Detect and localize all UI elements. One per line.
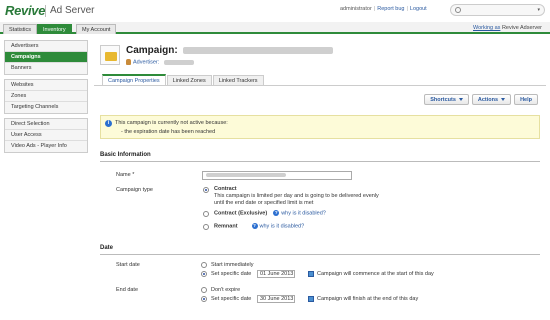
question-icon: ? [251, 223, 258, 229]
tab-statistics[interactable]: Statistics [3, 24, 38, 34]
report-bug-link[interactable]: Report bug [377, 6, 404, 12]
sidebar-group-tools: Direct Selection User Access Video Ads -… [4, 118, 88, 153]
sidebar-group-inventory: Advertisers Campaigns Banners [4, 40, 88, 75]
campaign-name-input[interactable] [202, 171, 352, 180]
main-content: Campaign: Advertiser: Campaign Propertie… [94, 38, 546, 320]
actions-label: Actions [477, 97, 499, 103]
advertiser-icon [126, 59, 131, 65]
chevron-down-icon[interactable]: ▾ [537, 7, 540, 13]
why-disabled-link[interactable]: why is it disabled? [260, 223, 305, 229]
calendar-icon[interactable] [308, 296, 314, 302]
actions-button[interactable]: Actions [471, 94, 512, 105]
start-immediately-radio[interactable] [201, 262, 207, 268]
end-date-label: End date [116, 287, 139, 293]
shortcuts-button[interactable]: Shortcuts [424, 94, 469, 105]
name-label: Name * [116, 172, 135, 178]
start-date-label: Start date [116, 262, 140, 268]
sidebar-item-advertisers[interactable]: Advertisers [5, 41, 87, 52]
info-icon: i [105, 120, 112, 127]
page-title: Campaign: [126, 45, 334, 56]
name-value-redacted [206, 173, 286, 177]
question-icon: ? [273, 210, 280, 216]
contract-title: Contract [214, 186, 237, 192]
start-immediately-label: Start immediately [211, 262, 254, 268]
tab-my-account[interactable]: My Account [76, 24, 117, 34]
sidebar-item-direct-selection[interactable]: Direct Selection [5, 119, 87, 130]
end-date-input[interactable]: 30 June 2013 [257, 295, 295, 303]
advertiser-name-redacted [163, 59, 194, 65]
campaign-title-prefix: Campaign: [126, 45, 178, 56]
tab-inventory[interactable]: Inventory [37, 24, 72, 34]
end-specific-label: Set specific date [211, 296, 252, 302]
top-header: Revive Ad Server administrator | Report bu… [0, 0, 550, 22]
basic-info-divider [100, 161, 540, 162]
logout-link[interactable]: Logout [410, 6, 427, 12]
contract-exclusive-radio[interactable] [203, 211, 209, 217]
start-date-note: Campaign will commence at the start of t… [317, 271, 434, 277]
shortcuts-label: Shortcuts [430, 97, 456, 103]
caret-down-icon [501, 98, 506, 102]
why-disabled-link[interactable]: why is it disabled? [281, 210, 326, 216]
date-divider [100, 254, 540, 255]
campaign-type-label: Campaign type [116, 187, 153, 193]
sidebar-group-publishers: Websites Zones Targeting Channels [4, 79, 88, 114]
working-as-link[interactable]: Working as [473, 25, 500, 31]
start-date-input[interactable]: 01 June 2013 [257, 270, 295, 278]
remnant-radio[interactable] [203, 224, 209, 230]
product-name: Ad Server [50, 5, 95, 16]
advertiser-line: Advertiser: [126, 59, 194, 65]
notice-line-2: - the expiration date has been reached [121, 129, 216, 135]
main-tabbar: Statistics Inventory My Account Working … [0, 22, 550, 34]
dont-expire-radio[interactable] [201, 287, 207, 293]
working-as: Working as Revive Adserver [473, 25, 542, 31]
notice-line-1: This campaign is currently not active be… [115, 120, 228, 126]
action-buttons: Shortcuts Actions Help [421, 94, 538, 105]
caret-down-icon [458, 98, 463, 102]
revive-logo: Revive [5, 3, 46, 18]
dont-expire-label: Don't expire [211, 287, 241, 293]
help-button[interactable]: Help [514, 94, 538, 105]
current-user: administrator [340, 6, 372, 12]
campaign-name-redacted [183, 46, 334, 54]
remnant-row: Remnant? why is it disabled? [214, 223, 305, 230]
sidebar: Advertisers Campaigns Banners Websites Z… [4, 40, 88, 157]
sidebar-item-targeting-channels[interactable]: Targeting Channels [5, 102, 87, 113]
basic-info-heading: Basic Information [100, 152, 151, 158]
date-heading: Date [100, 245, 114, 251]
tab-campaign-properties[interactable]: Campaign Properties [102, 74, 166, 85]
advertiser-link[interactable]: Advertiser: [133, 59, 159, 65]
start-specific-radio[interactable] [201, 271, 207, 277]
contract-desc-1: This campaign is limited per day and is … [214, 193, 379, 199]
contract-desc-2: until the end date or specified limit is… [214, 200, 314, 206]
logo-divider [45, 5, 46, 17]
end-specific-radio[interactable] [201, 296, 207, 302]
search-input[interactable]: ▾ [450, 4, 545, 16]
working-account: Revive Adserver [501, 25, 542, 31]
sidebar-item-zones[interactable]: Zones [5, 91, 87, 102]
sidebar-item-video-ads[interactable]: Video Ads - Player Info [5, 141, 87, 152]
campaign-icon [100, 45, 120, 65]
calendar-icon[interactable] [308, 271, 314, 277]
end-date-note: Campaign will finish at the end of this … [317, 296, 419, 302]
sidebar-item-campaigns[interactable]: Campaigns [5, 52, 87, 63]
top-links: administrator | Report bug | Logout [340, 6, 427, 12]
start-specific-label: Set specific date [211, 271, 252, 277]
subtabs: Campaign Properties Linked Zones Linked Tr… [102, 74, 265, 86]
subtab-divider [94, 85, 546, 86]
contract-radio[interactable] [203, 187, 209, 193]
search-icon [455, 7, 461, 13]
inactive-notice: i This campaign is currently not active … [100, 115, 540, 139]
sidebar-item-websites[interactable]: Websites [5, 80, 87, 91]
contract-exclusive-row: Contract (Exclusive)? why is it disabled? [214, 210, 326, 217]
folder-icon [105, 52, 117, 61]
sidebar-item-banners[interactable]: Banners [5, 63, 87, 74]
sidebar-item-user-access[interactable]: User Access [5, 130, 87, 141]
